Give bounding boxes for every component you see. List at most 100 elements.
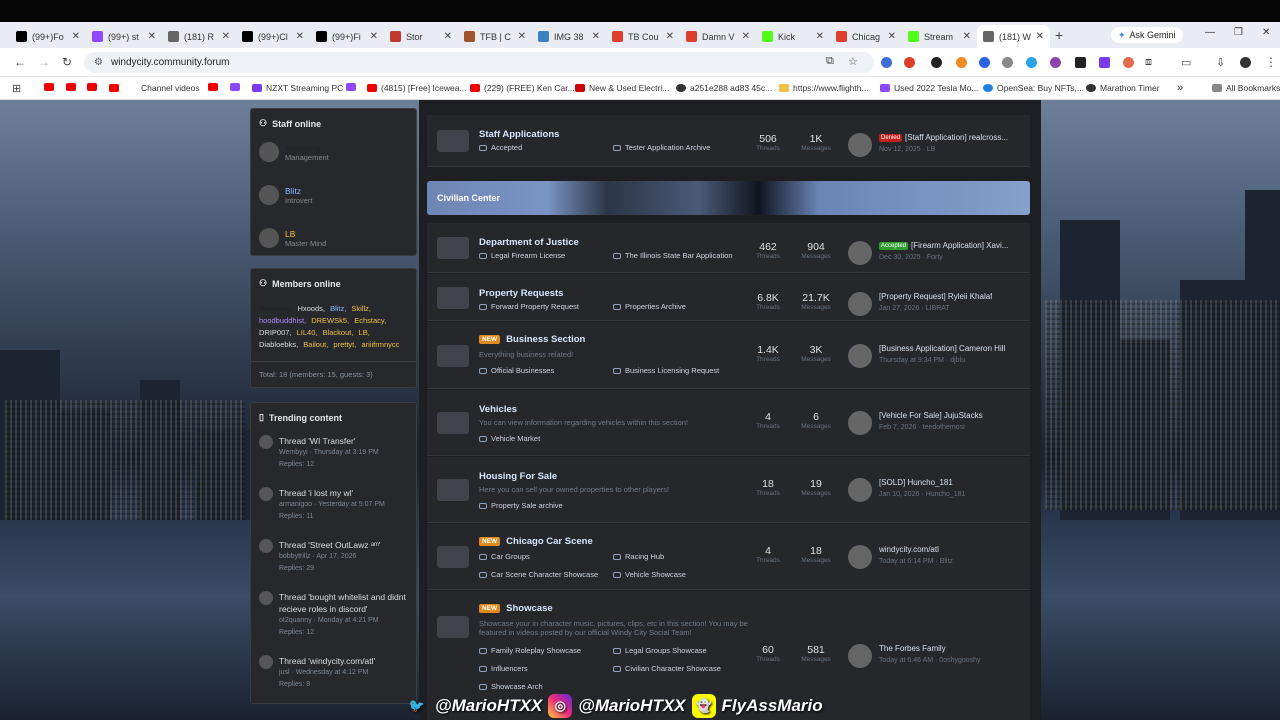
- subforum-label[interactable]: Official Businesses: [491, 366, 554, 375]
- subforum-label[interactable]: Vehicle Market: [491, 434, 540, 443]
- avatar[interactable]: [848, 478, 872, 502]
- last-post-title-text[interactable]: windycity.com/atl: [879, 545, 939, 554]
- avatar[interactable]: [848, 343, 872, 368]
- forum-node-title-text[interactable]: Housing For Sale: [479, 471, 557, 482]
- subforum-label[interactable]: Showcase Arch: [491, 682, 543, 691]
- browser-tab[interactable]: Stream ✕: [902, 25, 977, 48]
- trending-item[interactable]: Thread 'Street OutLawz ᵃᵐ' bobbytrillz · …: [259, 539, 411, 575]
- close-tab-icon[interactable]: ✕: [963, 31, 971, 42]
- browser-tab[interactable]: (99+)Fo ✕: [10, 25, 86, 48]
- last-post-title-text[interactable]: [Vehicle For Sale] JujuStacks: [879, 411, 983, 420]
- category-header[interactable]: Civilian Center: [427, 181, 1030, 215]
- extension-icon[interactable]: [931, 57, 942, 68]
- last-post-title[interactable]: [SOLD] Huncho_181: [879, 478, 965, 487]
- extension-icon[interactable]: [1123, 57, 1134, 68]
- browser-tab[interactable]: Stor ✕: [384, 25, 458, 48]
- profile-avatar[interactable]: [1240, 57, 1251, 68]
- bookmark-tesla[interactable]: Used 2022 Tesla Mo...: [880, 83, 978, 93]
- subforum-link[interactable]: Influencers: [479, 664, 528, 673]
- minimize-icon[interactable]: —: [1205, 27, 1215, 38]
- forum-node-icon[interactable]: [437, 479, 469, 501]
- last-post-title-text[interactable]: [Business Application] Cameron Hill: [879, 344, 1005, 353]
- subforum-link[interactable]: Property Sale archive: [479, 501, 563, 510]
- close-tab-icon[interactable]: ✕: [148, 31, 156, 42]
- forum-node-icon[interactable]: [437, 616, 469, 638]
- member-link[interactable]: LIL40,: [297, 328, 318, 337]
- extension-icon[interactable]: [1002, 57, 1013, 68]
- last-post-title-text[interactable]: The Forbes Family: [879, 644, 946, 653]
- subforum-link[interactable]: Vehicle Showcase: [613, 570, 686, 579]
- avatar[interactable]: [848, 292, 872, 316]
- extension-icon[interactable]: [979, 57, 990, 68]
- trending-item[interactable]: Thread 'windycity.com/atl' jusl · Wednesd…: [259, 655, 411, 691]
- extension-icon[interactable]: [1099, 57, 1110, 68]
- forum-node-icon[interactable]: [437, 412, 469, 434]
- browser-tab[interactable]: Chicag ✕: [830, 25, 902, 48]
- bookmark-electric[interactable]: New & Used Electri...: [575, 83, 669, 93]
- subforum-link[interactable]: Properties Archive: [613, 302, 686, 311]
- downloads-icon[interactable]: ⇩: [1216, 56, 1225, 69]
- reload-icon[interactable]: ↻: [62, 55, 72, 69]
- member-link[interactable]: prettyt,: [333, 340, 356, 349]
- subforum-label[interactable]: Legal Groups Showcase: [625, 646, 707, 655]
- browser-tab[interactable]: (99+)Fi ✕: [310, 25, 384, 48]
- browser-tab[interactable]: IMG 38 ✕: [532, 25, 606, 48]
- staff-name[interactable]: Blitz: [285, 186, 313, 196]
- bookmark-youtube[interactable]: [87, 83, 97, 91]
- bookmark-icewea[interactable]: (4815) [Free] Icewea...: [367, 83, 467, 93]
- member-link[interactable]: Hxoods,: [297, 304, 325, 313]
- close-tab-icon[interactable]: ✕: [1036, 31, 1044, 42]
- bookmark-nzxt[interactable]: NZXT Streaming PC: [252, 83, 343, 93]
- last-post-title-text[interactable]: [SOLD] Huncho_181: [879, 478, 953, 487]
- close-tab-icon[interactable]: ✕: [816, 31, 824, 42]
- last-post-title[interactable]: [Business Application] Cameron Hill: [879, 344, 1005, 353]
- trending-thread-title[interactable]: Thread 'bought whitelist and didnt recie…: [279, 591, 411, 615]
- subforum-link[interactable]: Showcase Arch: [479, 682, 543, 691]
- forum-node-title-text[interactable]: Business Section: [506, 334, 585, 345]
- avatar[interactable]: [259, 228, 279, 248]
- apps-grid-icon[interactable]: ⊞: [12, 82, 21, 95]
- last-post-title-text[interactable]: [Staff Application] realcross...: [905, 133, 1008, 142]
- avatar[interactable]: [848, 133, 872, 157]
- trending-thread-title[interactable]: Thread 'WI Transfer': [279, 435, 379, 447]
- site-info-icon[interactable]: ⚙: [94, 57, 103, 68]
- member-link[interactable]: Blackout,: [323, 328, 354, 337]
- subforum-link[interactable]: Accepted: [479, 143, 522, 152]
- forum-node-title[interactable]: NEW Showcase: [479, 603, 553, 614]
- subforum-label[interactable]: Forward Property Request: [491, 302, 579, 311]
- subforum-label[interactable]: Car Scene Character Showcase: [491, 570, 598, 579]
- member-link[interactable]: ariiifrmnycc: [361, 340, 399, 349]
- subforum-link[interactable]: Racing Hub: [613, 552, 664, 561]
- forum-node-icon[interactable]: [437, 344, 469, 367]
- forum-node-title[interactable]: Staff Applications: [479, 129, 559, 140]
- all-bookmarks[interactable]: All Bookmarks: [1212, 83, 1280, 93]
- bookmark-ken-car[interactable]: (229) (FREE) Ken Car...: [470, 83, 575, 93]
- subforum-label[interactable]: Accepted: [491, 143, 522, 152]
- browser-tab[interactable]: TFB | C ✕: [458, 25, 532, 48]
- browser-tab[interactable]: Damn V ✕: [680, 25, 756, 48]
- trending-thread-title[interactable]: Thread 'Street OutLawz ᵃᵐ': [279, 539, 381, 551]
- subforum-label[interactable]: Property Sale archive: [491, 501, 563, 510]
- bookmark-youtube[interactable]: [66, 83, 76, 91]
- bookmark-twitch[interactable]: [230, 83, 240, 91]
- last-post-title[interactable]: [Vehicle For Sale] JujuStacks: [879, 411, 983, 420]
- bookmark-flighth[interactable]: https://www.flighth...: [779, 83, 869, 93]
- extensions-puzzle-icon[interactable]: ⧈: [1145, 56, 1152, 69]
- extension-icon[interactable]: [1050, 57, 1061, 68]
- avatar[interactable]: [259, 655, 273, 669]
- subforum-label[interactable]: Business Licensing Request: [625, 366, 719, 375]
- browser-tab[interactable]: (181) W ✕: [977, 25, 1050, 48]
- close-tab-icon[interactable]: ✕: [742, 31, 750, 42]
- last-post-title-text[interactable]: [Firearm Application] Xavi...: [911, 241, 1008, 250]
- trending-thread-title[interactable]: Thread 'windycity.com/atl': [279, 655, 375, 667]
- subforum-label[interactable]: Legal Firearm License: [491, 251, 565, 260]
- menu-icon[interactable]: ⋮: [1265, 55, 1277, 69]
- trending-item[interactable]: Thread 'bought whitelist and didnt recie…: [259, 591, 411, 639]
- avatar[interactable]: [259, 539, 273, 553]
- forum-node-title-text[interactable]: Chicago Car Scene: [506, 536, 593, 547]
- extension-icon[interactable]: [1026, 57, 1037, 68]
- subforum-link[interactable]: Business Licensing Request: [613, 366, 719, 375]
- close-tab-icon[interactable]: ✕: [518, 31, 526, 42]
- browser-tab[interactable]: Kick ✕: [756, 25, 830, 48]
- bookmark-opensea[interactable]: OpenSea: Buy NFTs,...: [983, 83, 1084, 93]
